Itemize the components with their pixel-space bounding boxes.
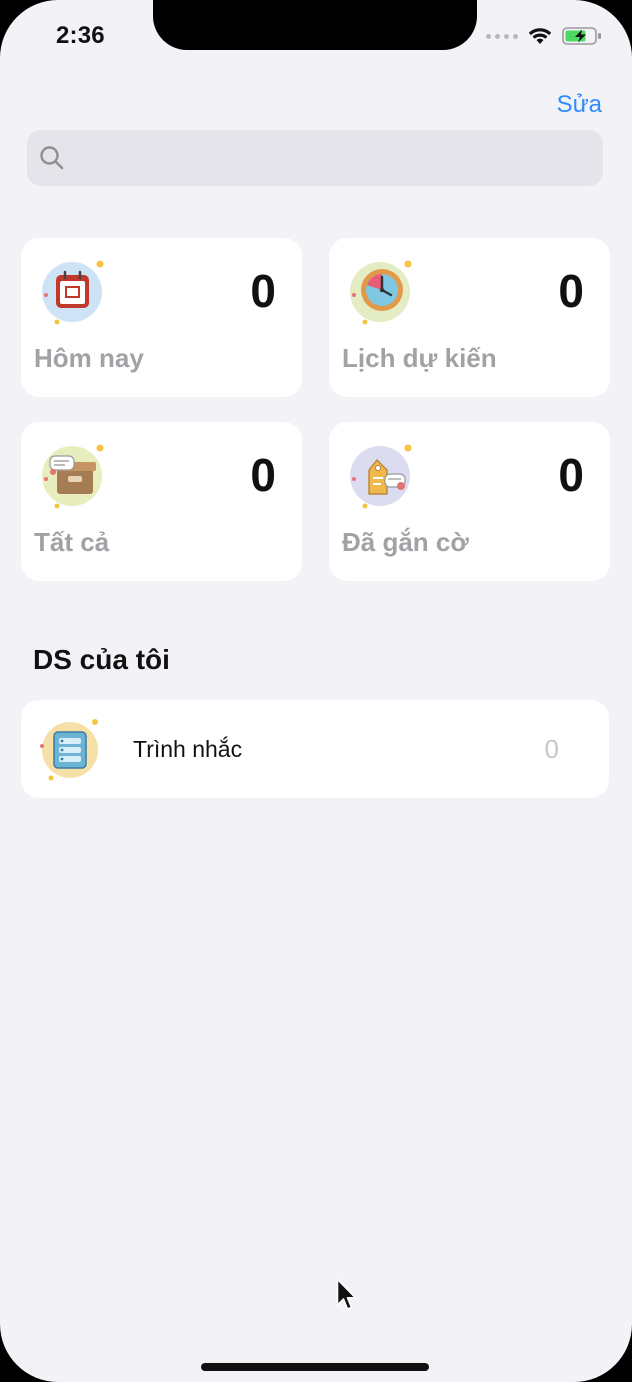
search-bar[interactable] bbox=[27, 130, 603, 186]
smart-list-all[interactable]: 0 Tất cả bbox=[21, 422, 302, 581]
smart-list-today[interactable]: 0 Hôm nay bbox=[21, 238, 302, 397]
list-item-reminders[interactable]: Trình nhắc 0 bbox=[21, 700, 609, 798]
tag-icon bbox=[350, 444, 412, 509]
phone-screen: 2:36 Sửa 0 Hôm nay 0 Lịch dự kiến 0 Tất … bbox=[0, 0, 632, 1382]
list-item-name: Trình nhắc bbox=[133, 736, 243, 762]
flagged-count: 0 bbox=[558, 449, 584, 501]
status-time: 2:36 bbox=[56, 22, 105, 49]
wifi-icon bbox=[528, 28, 552, 44]
notch bbox=[153, 0, 477, 50]
home-indicator[interactable] bbox=[201, 1363, 429, 1371]
all-count: 0 bbox=[250, 449, 276, 501]
smart-list-flagged[interactable]: 0 Đã gắn cờ bbox=[329, 422, 610, 581]
battery-charging-icon bbox=[562, 27, 601, 45]
today-label: Hôm nay bbox=[34, 343, 144, 373]
calendar-icon bbox=[42, 260, 104, 325]
inbox-box-icon bbox=[42, 444, 104, 509]
clock-icon bbox=[350, 260, 412, 325]
smart-list-scheduled[interactable]: 0 Lịch dự kiến bbox=[329, 238, 610, 397]
list-icon bbox=[40, 719, 98, 781]
search-icon bbox=[40, 146, 64, 170]
status-icons bbox=[486, 26, 602, 46]
cellular-signal-icon bbox=[486, 33, 518, 39]
today-count: 0 bbox=[250, 265, 276, 317]
scheduled-label: Lịch dự kiến bbox=[342, 343, 497, 373]
scheduled-count: 0 bbox=[558, 265, 584, 317]
my-lists-title: DS của tôi bbox=[33, 644, 170, 675]
list-item-count: 0 bbox=[544, 734, 559, 764]
all-label: Tất cả bbox=[34, 527, 110, 557]
mouse-pointer-icon bbox=[336, 1278, 357, 1310]
search-input[interactable] bbox=[65, 130, 603, 186]
flagged-label: Đã gắn cờ bbox=[342, 527, 469, 557]
edit-button[interactable]: Sửa bbox=[557, 91, 602, 119]
